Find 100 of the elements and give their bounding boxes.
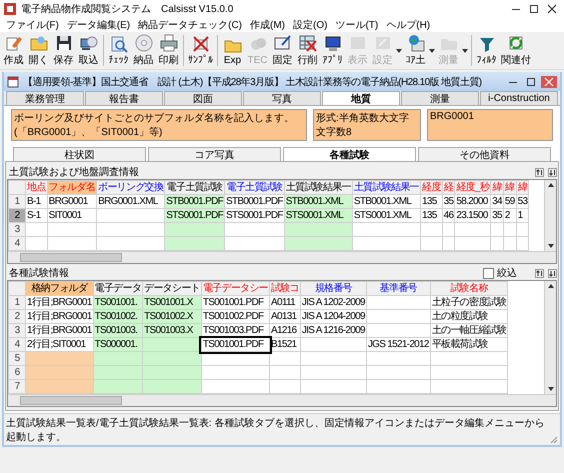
table-cell[interactable]: SIT0001 bbox=[47, 208, 97, 222]
table-cell[interactable]: 1行目;BRG0001 bbox=[26, 324, 94, 338]
table-cell[interactable]: 59 bbox=[503, 194, 516, 208]
table-cell[interactable]: 土の粒度試験 bbox=[430, 310, 508, 324]
horizontal-scrollbar[interactable] bbox=[8, 251, 556, 263]
table-cell[interactable]: TS001001. bbox=[93, 296, 143, 310]
row-number[interactable]: 5 bbox=[8, 352, 26, 366]
table-cell[interactable] bbox=[93, 380, 143, 394]
filter-checkbox[interactable]: 絞込 bbox=[483, 266, 517, 280]
table-cell[interactable]: STS0001.XML bbox=[284, 208, 352, 222]
table-cell[interactable]: TS001003. bbox=[93, 324, 143, 338]
toolbar-button[interactable]: 固定 bbox=[270, 32, 295, 69]
column-header[interactable]: 緯 bbox=[490, 180, 504, 194]
vertical-scrollbar[interactable] bbox=[544, 281, 556, 394]
table-cell[interactable]: JIS A 1204-2009 bbox=[300, 310, 366, 324]
table-cell[interactable]: A0131 bbox=[270, 310, 300, 324]
table-cell[interactable]: B1521 bbox=[270, 338, 300, 352]
toolbar-button[interactable]: 作成 bbox=[1, 32, 26, 69]
tab[interactable]: 測量 bbox=[401, 91, 479, 105]
table-cell[interactable]: A1216 bbox=[270, 324, 300, 338]
column-header[interactable]: 格納フォルダ bbox=[26, 282, 94, 296]
tab[interactable]: 図面 bbox=[164, 91, 242, 105]
table-cell[interactable]: STB0001.XML bbox=[352, 194, 421, 208]
menu-item[interactable]: ファイル(F) bbox=[2, 18, 63, 32]
toolbar-button[interactable]: 印刷 bbox=[156, 32, 181, 69]
value-field[interactable]: BRG0001 bbox=[427, 109, 553, 141]
move-down-icon[interactable] bbox=[548, 168, 557, 176]
toolbar-button[interactable]: ﾌｨﾙﾀ bbox=[474, 32, 499, 69]
table-cell[interactable] bbox=[142, 366, 202, 380]
table-cell[interactable]: STS0001.XML bbox=[352, 208, 421, 222]
column-header[interactable]: 基準番号 bbox=[366, 282, 430, 296]
tab[interactable]: 報告書 bbox=[85, 91, 163, 105]
table-cell[interactable]: TS000001. bbox=[93, 338, 143, 352]
horizontal-scrollbar[interactable] bbox=[8, 394, 556, 406]
tab[interactable]: その他資料 bbox=[418, 147, 551, 161]
table-cell[interactable]: 23.1500 bbox=[454, 208, 491, 222]
column-header[interactable]: ボーリング交換 bbox=[96, 180, 165, 194]
table-cell[interactable]: JIS A 1202-2009 bbox=[300, 296, 366, 310]
column-header[interactable]: 電子土質試験 bbox=[164, 180, 225, 194]
row-number[interactable]: 6 bbox=[8, 366, 26, 380]
table-cell[interactable]: 135 bbox=[420, 194, 442, 208]
column-header[interactable]: 電子土質試験 bbox=[224, 180, 284, 194]
toolbar-button[interactable]: 取込 bbox=[76, 32, 101, 69]
tab[interactable]: 写真 bbox=[243, 91, 321, 105]
table-cell[interactable]: B-1 bbox=[26, 194, 48, 208]
table-cell[interactable]: JIS A 1216-2009 bbox=[300, 324, 366, 338]
table-cell[interactable]: BRG0001.XML bbox=[96, 194, 165, 208]
toolbar-button[interactable]: ｻﾝﾌﾟﾙ bbox=[186, 32, 215, 69]
toolbar-button[interactable]: 開く bbox=[26, 32, 51, 69]
table-cell[interactable] bbox=[284, 236, 352, 250]
table-cell[interactable] bbox=[26, 366, 94, 380]
toolbar-button[interactable]: 行削 bbox=[295, 32, 320, 69]
row-number[interactable]: 1 bbox=[8, 296, 26, 310]
table-cell[interactable]: 2 bbox=[503, 208, 516, 222]
table-cell[interactable] bbox=[26, 380, 94, 394]
table-cell[interactable] bbox=[142, 352, 202, 366]
tab[interactable]: 業務管理 bbox=[6, 91, 84, 105]
table-cell[interactable] bbox=[164, 222, 225, 236]
column-header[interactable]: 経度_秒 bbox=[454, 180, 491, 194]
row-number[interactable]: 3 bbox=[8, 222, 26, 236]
toolbar-button[interactable]: 納品 bbox=[131, 32, 156, 69]
column-header[interactable]: 試験名称 bbox=[430, 282, 508, 296]
column-header[interactable]: 土質試験結果一 bbox=[352, 180, 421, 194]
menu-item[interactable]: 納品データチェック(C) bbox=[134, 18, 246, 32]
menu-item[interactable]: データ編集(E) bbox=[62, 18, 134, 32]
toolbar-button[interactable]: Exp bbox=[220, 32, 245, 69]
table-cell[interactable]: TS001001.PDF bbox=[201, 338, 270, 352]
table-cell[interactable]: TS001003.X bbox=[142, 324, 202, 338]
toolbar-button[interactable]: ﾁｪｯｸ bbox=[106, 32, 131, 69]
row-number[interactable]: 2 bbox=[8, 310, 26, 324]
column-header[interactable]: 規格番号 bbox=[300, 282, 366, 296]
menu-item[interactable]: ツール(T) bbox=[331, 18, 382, 32]
table-cell[interactable]: 土の一軸圧縮試験 bbox=[430, 324, 508, 338]
table-cell[interactable]: TS001002.PDF bbox=[201, 310, 270, 324]
toolbar-button[interactable]: 関連付 bbox=[499, 32, 533, 69]
table-cell[interactable] bbox=[26, 352, 94, 366]
column-header[interactable]: データシート bbox=[142, 282, 202, 296]
menu-item[interactable]: 設定(O) bbox=[289, 18, 332, 32]
table-cell[interactable]: TS001003.PDF bbox=[201, 324, 270, 338]
table-cell[interactable]: S-1 bbox=[26, 208, 48, 222]
table-cell[interactable]: 58.2000 bbox=[454, 194, 491, 208]
table-cell[interactable]: 1 bbox=[516, 208, 529, 222]
table-cell[interactable]: TS001001.X bbox=[142, 296, 202, 310]
row-number[interactable]: 4 bbox=[8, 338, 26, 352]
move-up-icon[interactable] bbox=[535, 168, 544, 176]
vertical-scrollbar[interactable] bbox=[544, 180, 556, 251]
table-cell[interactable]: STS0001.PDF bbox=[224, 208, 284, 222]
table-cell[interactable]: 35 bbox=[442, 194, 455, 208]
toolbar-button[interactable]: ｱﾌﾟﾘ bbox=[320, 32, 345, 69]
column-header[interactable]: 試験コ bbox=[270, 282, 300, 296]
table-cell[interactable]: 46 bbox=[442, 208, 455, 222]
table-cell[interactable]: 1行目;BRG0001 bbox=[26, 310, 94, 324]
move-down-icon[interactable] bbox=[548, 268, 557, 278]
column-header[interactable]: 経度 bbox=[420, 180, 442, 194]
table-cell[interactable]: 平板載荷試験 bbox=[430, 338, 508, 352]
table-cell[interactable] bbox=[93, 366, 143, 380]
table-cell[interactable]: 1行目;BRG0001 bbox=[26, 296, 94, 310]
toolbar-button[interactable]: 保存 bbox=[51, 32, 76, 69]
table-cell[interactable]: TS001002.X bbox=[142, 310, 202, 324]
column-header[interactable]: 電子データ bbox=[93, 282, 143, 296]
